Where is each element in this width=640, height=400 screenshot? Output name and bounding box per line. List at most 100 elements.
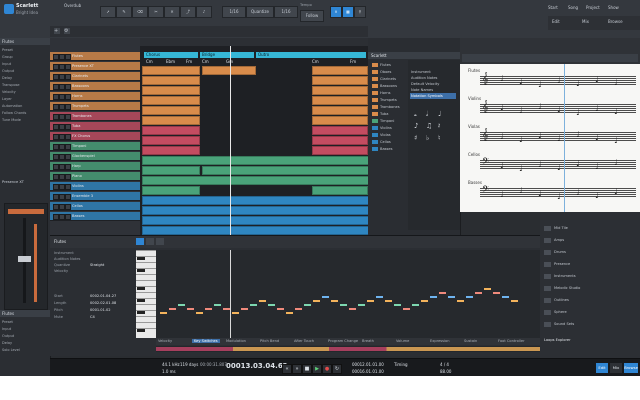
natural-icon[interactable]: ♮ xyxy=(438,134,441,142)
record-arm-button[interactable] xyxy=(65,104,71,110)
ni-end-value[interactable]: 0002.02.01.08 xyxy=(90,301,116,305)
track-row[interactable]: Basses xyxy=(50,212,140,221)
track-row[interactable]: Trombones xyxy=(50,112,140,121)
arrange-clip[interactable] xyxy=(142,156,368,165)
black-key[interactable] xyxy=(137,299,145,302)
tab-browse[interactable]: Browse xyxy=(608,19,623,24)
record-arm-button[interactable] xyxy=(65,154,71,160)
controller-tab[interactable]: Key Switches xyxy=(192,339,220,343)
controller-tab[interactable]: Modulation xyxy=(226,339,246,343)
browser-track-item[interactable]: Timpani xyxy=(380,119,394,123)
midi-note[interactable] xyxy=(160,312,167,314)
sharp-icon[interactable]: ♯ xyxy=(414,134,417,142)
midi-note[interactable] xyxy=(349,308,356,310)
beamed-note-icon[interactable]: ♫ xyxy=(426,122,432,130)
tempo-value[interactable]: 88.00 xyxy=(440,369,451,374)
arrange-clip[interactable] xyxy=(312,126,368,135)
snap-toggle[interactable]: ∩ xyxy=(330,6,342,18)
black-key[interactable] xyxy=(137,311,145,314)
main-position[interactable]: 00013.03.04.62 xyxy=(226,362,288,370)
controller-tab[interactable]: Foot Controller xyxy=(498,339,525,343)
editor-eraser-tool[interactable] xyxy=(156,238,164,245)
record-arm-button[interactable] xyxy=(65,84,71,90)
record-arm-button[interactable] xyxy=(65,144,71,150)
browser-track-item[interactable]: Horns xyxy=(380,91,390,95)
arrange-clip[interactable] xyxy=(142,96,200,105)
track-row[interactable]: Flutes xyxy=(50,52,140,61)
midi-note[interactable] xyxy=(502,296,509,298)
controller-tab[interactable]: Breath xyxy=(362,339,374,343)
quantize-value[interactable]: 1/16 xyxy=(222,6,246,18)
arrange-clip[interactable] xyxy=(142,206,368,215)
track-options-button[interactable]: ⚙ xyxy=(64,28,70,34)
midi-note[interactable] xyxy=(511,300,518,302)
arrange-clip[interactable] xyxy=(312,86,368,95)
browser-item[interactable]: Outlines xyxy=(554,298,569,302)
browser-track-item[interactable]: Cellos xyxy=(380,140,391,144)
browser-track-item[interactable]: Trombones xyxy=(380,105,400,109)
black-key[interactable] xyxy=(137,329,145,332)
browser-item[interactable]: Mid Tile xyxy=(554,226,568,230)
score-note[interactable]: ♩ xyxy=(557,134,561,143)
ni-pitch-value[interactable]: C4 xyxy=(90,315,95,319)
score-note[interactable]: ♩ xyxy=(538,102,542,111)
record-arm-button[interactable] xyxy=(65,174,71,180)
arrange-clip[interactable] xyxy=(312,76,368,85)
midi-note[interactable] xyxy=(439,292,446,294)
score-view[interactable]: Flutes 𝄞 ♩ ♩ ♩ ♩ ♩ ♩ ♩ Violins 𝄞 ♩ ♩ ♩ ♩ ♩ ♩ ♩ Violas 𝄞 ♩ ♩ ♩ ♩… xyxy=(460,64,640,212)
arrange-clip[interactable] xyxy=(312,136,368,145)
record-arm-button[interactable] xyxy=(65,54,71,60)
track-row[interactable]: Cellos xyxy=(50,202,140,211)
rewind-button[interactable]: « xyxy=(282,364,292,374)
eighth-note-icon[interactable]: ♪ xyxy=(414,122,418,130)
arrow-tool-button[interactable]: ➚ xyxy=(100,6,116,18)
midi-note[interactable] xyxy=(385,300,392,302)
ni-quantize-value[interactable]: Straight xyxy=(90,263,104,267)
expr-note-names[interactable]: Note Names xyxy=(411,88,433,92)
midi-note[interactable] xyxy=(286,312,293,314)
midi-note[interactable] xyxy=(484,288,491,290)
tab-edit[interactable]: Edit xyxy=(552,19,560,24)
score-note[interactable]: ♩ xyxy=(557,76,561,85)
score-note[interactable]: ♩ xyxy=(500,103,504,112)
midi-note[interactable] xyxy=(457,300,464,302)
score-note[interactable]: ♩ xyxy=(576,79,580,88)
midi-note[interactable] xyxy=(268,304,275,306)
time-signature[interactable]: 4 / 4 xyxy=(440,362,449,367)
browser-track-item[interactable]: Bassoons xyxy=(380,84,397,88)
browser-item[interactable]: Drums xyxy=(554,250,566,254)
arrange-clip[interactable] xyxy=(142,146,200,155)
score-note[interactable]: ♩ xyxy=(614,136,618,145)
arrange-clip[interactable] xyxy=(142,106,200,115)
score-note[interactable]: ♩ xyxy=(557,192,561,201)
score-note[interactable]: ♩ xyxy=(500,161,504,170)
midi-note[interactable] xyxy=(187,308,194,310)
midi-note[interactable] xyxy=(403,308,410,310)
forward-button[interactable]: » xyxy=(292,364,302,374)
mix-view-button[interactable]: Mix xyxy=(610,363,622,373)
score-note[interactable]: ♩ xyxy=(538,189,542,198)
expr-audition[interactable]: Audition Notes xyxy=(411,76,437,80)
arrange-clip[interactable] xyxy=(142,216,368,225)
snap-value[interactable]: 1/16 xyxy=(274,6,298,18)
score-note[interactable]: ♩ xyxy=(500,190,504,199)
black-key[interactable] xyxy=(137,257,145,260)
score-note[interactable]: ♩ xyxy=(557,163,561,172)
controller-tab[interactable]: Pitch Bend xyxy=(260,339,279,343)
score-note[interactable]: ♩ xyxy=(519,164,523,173)
arrange-clip[interactable] xyxy=(142,116,200,125)
arrange-clip[interactable] xyxy=(202,166,368,175)
midi-note[interactable] xyxy=(250,304,257,306)
browser-track-item[interactable]: Tuba xyxy=(380,112,388,116)
play-button[interactable]: ▶ xyxy=(312,364,322,374)
track-row[interactable]: Clarinets xyxy=(50,72,140,81)
expr-velocity[interactable]: Default Velocity xyxy=(411,82,439,86)
record-arm-button[interactable] xyxy=(65,204,71,210)
track-row[interactable]: Tuba xyxy=(50,122,140,131)
midi-note[interactable] xyxy=(448,296,455,298)
score-note[interactable]: ♩ xyxy=(519,135,523,144)
score-note[interactable]: ♩ xyxy=(576,188,580,197)
score-note[interactable]: ♩ xyxy=(614,187,618,196)
browser-track-item[interactable]: Clarinets xyxy=(380,77,396,81)
record-arm-button[interactable] xyxy=(65,64,71,70)
